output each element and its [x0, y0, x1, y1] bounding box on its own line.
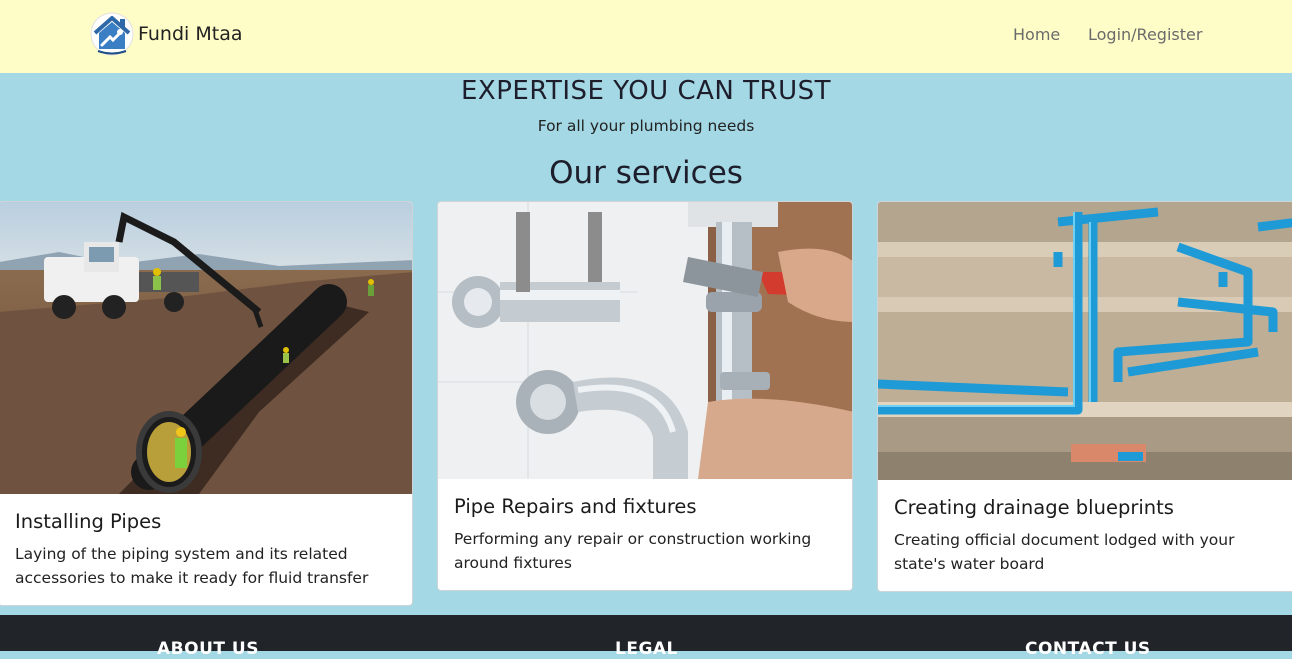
footer-about-heading: ABOUT US: [157, 639, 259, 659]
card-text: Creating official document lodged with y…: [894, 531, 1235, 573]
brand-link[interactable]: Fundi Mtaa: [90, 11, 242, 57]
service-card-pipe-repairs[interactable]: Pipe Repairs and fixtures Performing any…: [437, 201, 853, 591]
nav-login-register-link[interactable]: Login/Register: [1088, 25, 1202, 44]
drainage-pipes-photo: [878, 202, 1292, 480]
card-title: Pipe Repairs and fixtures: [454, 495, 697, 518]
footer: ABOUT US LEGAL CONTACT US: [0, 615, 1292, 659]
service-card-drainage-blueprints[interactable]: Creating drainage blueprints Creating of…: [877, 201, 1292, 592]
services-heading: Our services: [549, 155, 743, 191]
pipe-repair-photo: [438, 202, 852, 479]
card-text: Laying of the piping system and its rela…: [15, 545, 369, 587]
navbar: Fundi Mtaa Home Login/Register: [0, 0, 1292, 73]
hero-title: EXPERTISE YOU CAN TRUST: [460, 76, 831, 106]
brand-name: Fundi Mtaa: [138, 23, 243, 45]
footer-legal-heading: LEGAL: [615, 639, 678, 659]
nav-home-link[interactable]: Home: [1013, 25, 1060, 44]
footer-contact-heading: CONTACT US: [1025, 639, 1151, 659]
card-title: Creating drainage blueprints: [894, 496, 1174, 519]
hero-subtitle: For all your plumbing needs: [537, 117, 755, 135]
house-wrench-logo-icon: [90, 12, 134, 56]
service-card-installing-pipes[interactable]: Installing Pipes Laying of the piping sy…: [0, 201, 413, 606]
pipe-installation-photo: [0, 202, 412, 494]
card-title: Installing Pipes: [15, 510, 162, 533]
card-text: Performing any repair or construction wo…: [454, 530, 812, 572]
